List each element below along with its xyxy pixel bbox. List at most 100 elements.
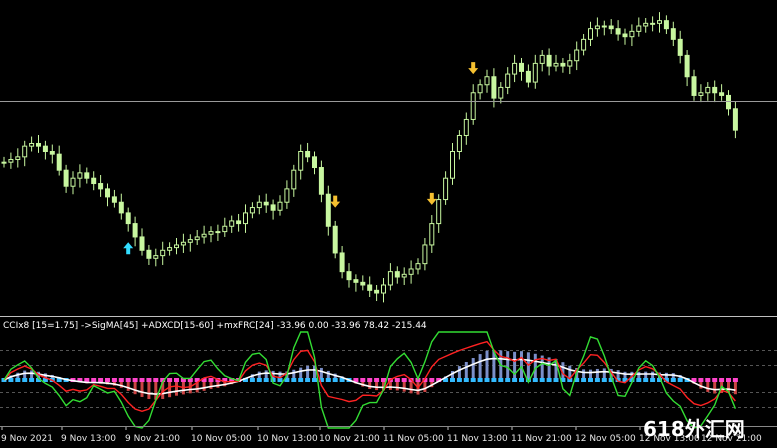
histogram-bar [733, 380, 737, 395]
candle-body [636, 25, 642, 32]
zero-band-square [719, 378, 725, 382]
candle-body [401, 273, 407, 278]
zero-band-square [118, 378, 124, 382]
candle-body [132, 223, 138, 238]
candle-body [677, 38, 683, 56]
zero-band-square [594, 378, 600, 382]
candle-body [394, 271, 400, 278]
candle-body [318, 167, 324, 195]
histogram-bar [520, 351, 523, 380]
zero-band-square [394, 378, 400, 382]
candle-body [650, 22, 656, 25]
candle-body [622, 33, 628, 38]
zero-band-square [484, 378, 490, 382]
candle-body [277, 201, 283, 211]
zero-band-square [84, 378, 90, 382]
zero-band-square [726, 378, 731, 382]
candle-body [629, 30, 635, 38]
price-chart[interactable]: CCIx8 [15=1.75] ->SigMA[45] +ADXCD[15-60… [0, 0, 777, 448]
candle-body [229, 220, 235, 227]
candle-body [160, 249, 166, 257]
zero-band-square [450, 378, 455, 382]
zero-band-square [636, 378, 642, 382]
zero-band-square [677, 378, 683, 382]
time-label: 10 Nov 21:00 [319, 434, 380, 444]
candle-body [360, 281, 366, 286]
zero-band-square [132, 378, 138, 382]
candle-body [146, 249, 152, 259]
candle-body [381, 284, 386, 294]
candle-body [249, 207, 255, 214]
candle-body [719, 92, 725, 96]
zero-band-square [125, 378, 131, 382]
candle-body [477, 84, 483, 94]
candle-body [643, 22, 649, 27]
candle-body [422, 244, 428, 265]
candle-body [56, 153, 62, 171]
zero-band-square [174, 378, 179, 382]
histogram-bar [147, 380, 151, 400]
candle-body [63, 169, 69, 187]
candle-body [98, 183, 104, 190]
zero-band-square [167, 378, 173, 382]
candle-body [484, 76, 490, 86]
candle-body [712, 86, 718, 94]
zero-band-square [519, 378, 524, 382]
candle-body [657, 20, 662, 24]
candle-body [36, 142, 41, 147]
zero-band-square [643, 378, 649, 382]
time-label: 9 Nov 13:00 [61, 434, 116, 444]
candle-body [332, 225, 338, 254]
candle-body [463, 118, 469, 136]
histogram-bar [133, 380, 137, 395]
zero-band-square [332, 378, 338, 382]
candle-body [588, 28, 593, 40]
candle-body [77, 172, 83, 179]
candle-body [1, 161, 7, 164]
candle-body [519, 62, 524, 72]
zero-band-square [456, 378, 462, 382]
candle-body [49, 151, 55, 155]
candle-body [187, 239, 193, 243]
zero-band-square [698, 378, 704, 382]
zero-band-square [429, 378, 435, 382]
zero-band-square [249, 378, 255, 382]
candle-body [615, 28, 621, 35]
candle-body [367, 284, 373, 291]
zero-band-square [381, 378, 386, 382]
candle-body [456, 134, 462, 152]
candle-body [153, 255, 159, 259]
candle-body [429, 223, 435, 246]
candle-body [491, 76, 497, 99]
candle-body [443, 177, 449, 201]
candle-body [15, 156, 21, 161]
candle-body [180, 241, 186, 246]
candle-body [236, 220, 242, 225]
candle-body [553, 62, 559, 67]
zero-band-square [360, 378, 366, 382]
histogram-bar [485, 350, 489, 380]
candle-body [222, 225, 228, 233]
histogram-bar [168, 380, 172, 398]
zero-band-square [153, 378, 159, 382]
zero-band-square [298, 378, 304, 382]
candle-body [450, 151, 455, 179]
zero-band-square [29, 378, 35, 382]
candle-body [608, 25, 614, 30]
candle-body [291, 169, 297, 190]
candle-body [539, 54, 545, 64]
zero-band-square [291, 378, 297, 382]
zero-band-square [546, 378, 552, 382]
time-label: 10 Nov 13:00 [257, 434, 318, 444]
candle-body [726, 94, 731, 110]
candle-body [663, 20, 669, 30]
candle-body [298, 151, 304, 171]
histogram-bar [513, 351, 517, 380]
histogram-bar [471, 358, 475, 380]
candle-body [105, 188, 110, 198]
zero-band-square [8, 378, 14, 382]
time-label: 11 Nov 21:00 [511, 434, 572, 444]
zero-band-square [401, 378, 407, 382]
zero-band-square [111, 378, 117, 382]
histogram-bar [457, 366, 461, 380]
